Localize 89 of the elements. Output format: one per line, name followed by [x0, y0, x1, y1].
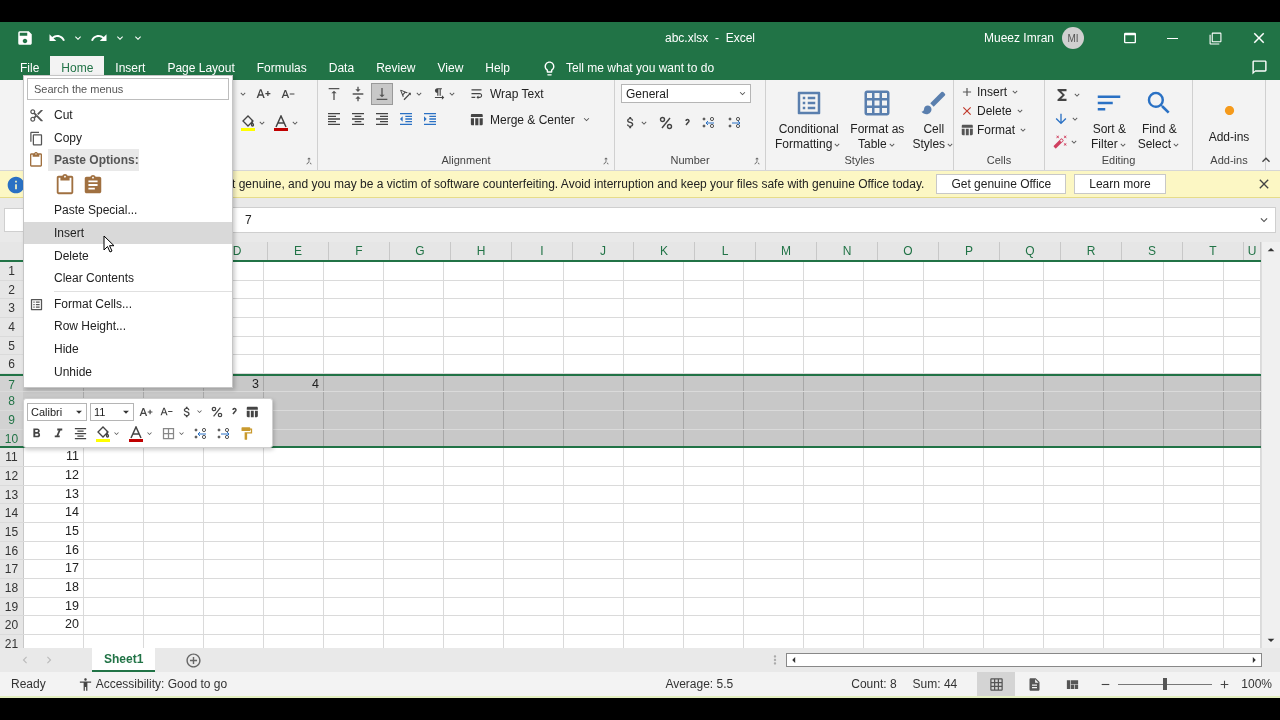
ribbon-tab[interactable]: Data	[317, 56, 366, 80]
status-mode: Ready	[11, 677, 46, 691]
table-cell: 14	[24, 504, 84, 522]
status-statistic: Count: 8	[851, 677, 897, 691]
column-header[interactable]: M	[756, 242, 817, 260]
column-header[interactable]: F	[329, 242, 390, 260]
column-header[interactable]: E	[268, 242, 329, 260]
row-header[interactable]: 3	[0, 299, 24, 317]
editing-button[interactable]: Find & Select	[1134, 84, 1185, 152]
ribbon-tab[interactable]: Formulas	[245, 56, 318, 80]
column-header[interactable]: S	[1122, 242, 1183, 260]
zoom-level[interactable]: 100%	[1241, 677, 1272, 691]
column-header[interactable]: I	[512, 242, 573, 260]
ribbon-tab[interactable]: File	[9, 56, 51, 80]
table-cell: 18	[24, 578, 84, 597]
add-ins-button[interactable]: Add-ins	[1205, 91, 1253, 145]
row-header[interactable]: 11	[0, 448, 24, 467]
column-header[interactable]: H	[451, 242, 512, 260]
column-header[interactable]: T	[1183, 242, 1244, 260]
ribbon-tab[interactable]: Page Layout	[156, 56, 246, 80]
ribbon-tab[interactable]: View	[426, 56, 475, 80]
column-header[interactable]: P	[939, 242, 1000, 260]
column-header[interactable]: G	[390, 242, 451, 260]
table-cell: 4	[264, 375, 324, 392]
styles-button[interactable]: Conditional Formatting	[772, 84, 846, 152]
row-header[interactable]: 14	[0, 504, 24, 522]
menu-item[interactable]: Format Cells...	[24, 292, 232, 316]
group-label: Editing	[1100, 153, 1137, 168]
menu-item[interactable]: Row Height...	[24, 315, 232, 338]
user-name: Mueez Imran	[983, 31, 1054, 45]
number-format-dropdown[interactable]: General	[621, 84, 751, 103]
message-button[interactable]: Get genuine Office	[936, 174, 1067, 194]
menu-item[interactable]: Hide	[24, 337, 232, 361]
menu-item[interactable]: Clear Contents	[24, 266, 232, 290]
row-header[interactable]: 9	[0, 411, 24, 429]
column-header[interactable]: R	[1061, 242, 1122, 260]
font-size-dropdown[interactable]: 11	[90, 402, 134, 421]
row-header[interactable]: 12	[0, 467, 24, 485]
styles-button[interactable]: Cell Styles	[909, 84, 959, 152]
table-cell: 20	[24, 616, 84, 634]
table-cell: 15	[24, 522, 84, 541]
row-header[interactable]: 7	[0, 375, 24, 392]
table-cell: 19	[24, 597, 84, 616]
group-label: Alignment	[440, 153, 492, 168]
ribbon-tab[interactable]: Help	[474, 56, 521, 80]
table-cell: 13	[24, 485, 84, 504]
merge-center-button[interactable]: Merge & Center	[465, 110, 596, 129]
column-header[interactable]: L	[695, 242, 756, 260]
table-cell: 17	[24, 560, 84, 578]
column-header[interactable]: N	[817, 242, 878, 260]
font-dropdown[interactable]: Calibri	[27, 402, 87, 421]
group-label: Add-ins	[1209, 153, 1249, 168]
menu-search-field[interactable]: Search the menus	[27, 78, 229, 100]
column-header[interactable]: K	[634, 242, 695, 260]
editing-button[interactable]: Sort & Filter	[1088, 84, 1131, 152]
column-header[interactable]: O	[878, 242, 939, 260]
menu-item[interactable]: Copy	[24, 126, 232, 150]
row-header[interactable]: 20	[0, 616, 24, 634]
column-header[interactable]: Q	[1000, 242, 1061, 260]
column-header[interactable]: J	[573, 242, 634, 260]
formula-field[interactable]: 7	[232, 207, 1276, 233]
table-cell: 12	[24, 467, 84, 485]
window-title: abc.xlsx - Excel	[663, 31, 756, 45]
styles-button[interactable]: Format as Table	[847, 84, 908, 152]
cells-button[interactable]: Format	[960, 122, 1028, 138]
ribbon-tab[interactable]: Review	[365, 56, 427, 80]
sheet-tab[interactable]: Sheet1	[92, 648, 156, 672]
row-header[interactable]: 1	[0, 262, 24, 280]
menu-item[interactable]: Cut	[24, 104, 232, 127]
status-statistic: Average: 5.5	[665, 677, 734, 691]
status-statistic: Sum: 44	[912, 677, 958, 691]
user-avatar[interactable]: MI	[1062, 27, 1084, 49]
menu-section-header: Paste Options:	[48, 149, 139, 172]
cells-button[interactable]: Delete	[960, 103, 1028, 119]
table-cell: 16	[24, 541, 84, 560]
group-label: Styles	[843, 153, 876, 168]
ribbon-tab[interactable]: Insert	[104, 56, 157, 80]
message-button[interactable]: Learn more	[1074, 174, 1166, 194]
row-header[interactable]: 17	[0, 560, 24, 578]
group-label: Cells	[985, 153, 1013, 168]
group-label: Number	[669, 153, 711, 168]
wrap-text-button[interactable]: Wrap Text	[465, 84, 596, 103]
tell-me-search[interactable]: Tell me what you want to do	[535, 56, 721, 80]
accessibility-status[interactable]: Accessibility: Good to go	[95, 677, 228, 691]
row-header[interactable]: 6	[0, 355, 24, 373]
menu-item[interactable]: Paste Special...	[24, 199, 232, 222]
row-header[interactable]: 8	[0, 392, 24, 411]
menu-item[interactable]: Insert	[24, 221, 232, 245]
cells-button[interactable]: Insert	[960, 84, 1028, 100]
